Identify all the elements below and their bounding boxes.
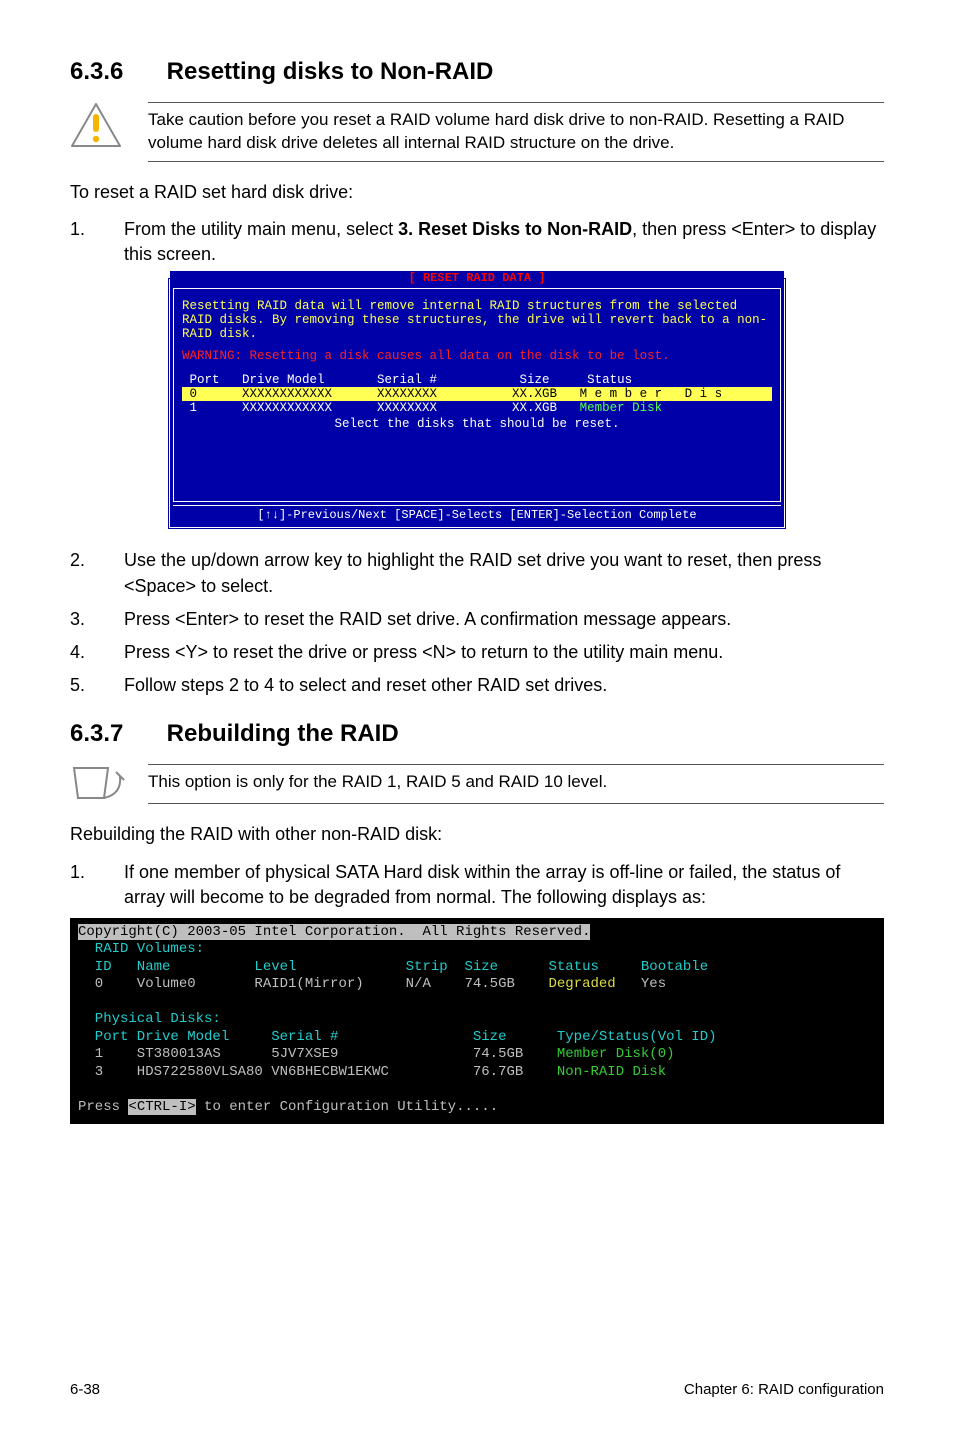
step-2: 2. Use the up/down arrow key to highligh… [70, 548, 884, 598]
step1-b: 3. Reset Disks to Non-RAID [398, 219, 632, 239]
step-num: 4. [70, 640, 102, 665]
bios-row1-status: Member Disk [580, 401, 663, 415]
step-text: Press <Y> to reset the drive or press <N… [124, 640, 884, 665]
step-1: 1. From the utility main menu, select 3.… [70, 217, 884, 267]
bios-title: [ RESET RAID DATA ] [170, 271, 784, 285]
terminal-screenshot: Copyright(C) 2003-05 Intel Corporation. … [70, 918, 884, 1125]
step1-a: From the utility main menu, select [124, 219, 398, 239]
term-vol0-c: Yes [616, 976, 666, 992]
step-text: Follow steps 2 to 4 to select and reset … [124, 673, 884, 698]
heading-num: 6.3.7 [70, 720, 160, 748]
bios-center-msg: Select the disks that should be reset. [182, 417, 772, 431]
step-5: 5. Follow steps 2 to 4 to select and res… [70, 673, 884, 698]
page-footer: 6-38 Chapter 6: RAID configuration [70, 1381, 884, 1398]
term-press-c: to enter Configuration Utility..... [196, 1099, 498, 1115]
step-text: From the utility main menu, select 3. Re… [124, 217, 884, 267]
step-num: 2. [70, 548, 102, 598]
term-phys-header: Port Drive Model Serial # Size Type/Stat… [78, 1029, 876, 1047]
term-press-line: Press <CTRL-I> to enter Configuration Ut… [78, 1099, 876, 1117]
note-block: This option is only for the RAID 1, RAID… [70, 764, 884, 804]
bios-row-1: 1 XXXXXXXXXXXX XXXXXXXX XX.XGB Member Di… [182, 401, 772, 415]
term-line0: Copyright(C) 2003-05 Intel Corporation. … [78, 924, 876, 942]
heading-title: Resetting disks to Non-RAID [167, 58, 494, 85]
caution-block: Take caution before you reset a RAID vol… [70, 102, 884, 162]
bios-row1-a: 1 XXXXXXXXXXXX XXXXXXXX XX.XGB [182, 401, 580, 415]
bios-row-selected: 0 XXXXXXXXXXXX XXXXXXXX XX.XGB M e m b e… [182, 387, 772, 401]
term-phys3-status: Non-RAID Disk [557, 1064, 666, 1080]
intro-637: Rebuilding the RAID with other non-RAID … [70, 822, 884, 847]
heading-num: 6.3.6 [70, 58, 160, 86]
step-num: 1. [70, 860, 102, 910]
heading-637: 6.3.7 Rebuilding the RAID [70, 720, 884, 748]
intro-636: To reset a RAID set hard disk drive: [70, 180, 884, 205]
term-vol-header: ID Name Level Strip Size Status Bootable [78, 959, 876, 977]
step-4: 4. Press <Y> to reset the drive or press… [70, 640, 884, 665]
step-num: 5. [70, 673, 102, 698]
term-vol0-status: Degraded [548, 976, 615, 992]
term-phys1-status: Member Disk(0) [557, 1046, 675, 1062]
step-text: Press <Enter> to reset the RAID set driv… [124, 607, 884, 632]
bios-screenshot: [ RESET RAID DATA ] Resetting RAID data … [167, 277, 787, 530]
term-ctrl-i: <CTRL-I> [128, 1099, 195, 1115]
step-text: If one member of physical SATA Hard disk… [124, 860, 884, 910]
step-num: 3. [70, 607, 102, 632]
caution-icon [70, 102, 128, 162]
bios-footer: [↑↓]-Previous/Next [SPACE]-Selects [ENTE… [173, 505, 781, 524]
step-637-1: 1. If one member of physical SATA Hard d… [70, 860, 884, 910]
bios-inner: Resetting RAID data will remove internal… [173, 288, 781, 502]
page-number: 6-38 [70, 1381, 100, 1398]
bios-table-head: Port Drive Model Serial # Size Status [182, 373, 772, 387]
term-copyright: Copyright(C) 2003-05 Intel Corporation. … [78, 924, 590, 940]
term-phys-label: Physical Disks: [78, 1011, 876, 1029]
term-press-a: Press [78, 1099, 128, 1115]
term-phys-row1: 1 ST380013AS 5JV7XSE9 74.5GB Member Disk… [78, 1046, 876, 1064]
heading-636: 6.3.6 Resetting disks to Non-RAID [70, 58, 884, 86]
term-phys3-a: 3 HDS722580VLSA80 VN6BHECBW1EKWC 76.7GB [78, 1064, 557, 1080]
heading-title: Rebuilding the RAID [167, 720, 399, 747]
term-vol0-a: 0 Volume0 RAID1(Mirror) N/A 74.5GB [78, 976, 548, 992]
note-icon [70, 764, 128, 804]
caution-text: Take caution before you reset a RAID vol… [148, 102, 884, 162]
chapter-label: Chapter 6: RAID configuration [684, 1381, 884, 1398]
term-phys1-a: 1 ST380013AS 5JV7XSE9 74.5GB [78, 1046, 557, 1062]
step-num: 1. [70, 217, 102, 267]
note-text: This option is only for the RAID 1, RAID… [148, 764, 884, 804]
bios-body: Resetting RAID data will remove internal… [182, 299, 772, 341]
term-vol-row0: 0 Volume0 RAID1(Mirror) N/A 74.5GB Degra… [78, 976, 876, 994]
bios-warning: WARNING: Resetting a disk causes all dat… [182, 349, 772, 363]
step-3: 3. Press <Enter> to reset the RAID set d… [70, 607, 884, 632]
term-phys-row3: 3 HDS722580VLSA80 VN6BHECBW1EKWC 76.7GB … [78, 1064, 876, 1082]
term-raid-volumes-label: RAID Volumes: [78, 941, 876, 959]
step-text: Use the up/down arrow key to highlight t… [124, 548, 884, 598]
